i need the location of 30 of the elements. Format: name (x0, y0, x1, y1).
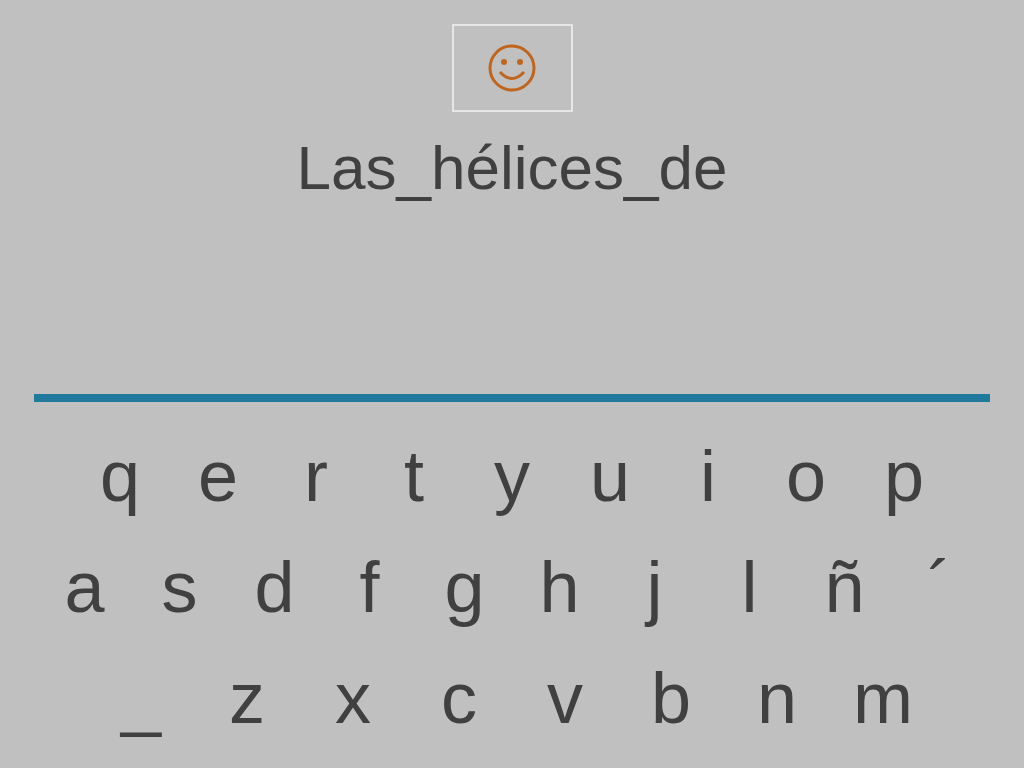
letter-key[interactable]: q (71, 433, 169, 518)
letter-key[interactable]: f (322, 544, 417, 629)
letter-key[interactable]: d (227, 544, 322, 629)
letter-key[interactable]: ´ (892, 544, 987, 629)
letter-key[interactable]: o (757, 433, 855, 518)
letter-key[interactable]: ñ (797, 544, 892, 629)
letter-key[interactable]: v (512, 655, 618, 740)
letter-key[interactable]: x (300, 655, 406, 740)
letter-key[interactable]: p (855, 433, 953, 518)
letter-key[interactable]: h (512, 544, 607, 629)
letter-key[interactable]: j (607, 544, 702, 629)
letter-key[interactable]: l (702, 544, 797, 629)
letter-key[interactable]: m (830, 655, 936, 740)
letter-key[interactable]: i (659, 433, 757, 518)
letter-key[interactable]: t (365, 433, 463, 518)
letter-key[interactable]: y (463, 433, 561, 518)
word-text: Las_hélices_de (296, 132, 728, 204)
letter-key[interactable]: g (417, 544, 512, 629)
smiley-button[interactable] (451, 24, 573, 112)
letter-key[interactable]: r (267, 433, 365, 518)
letter-key[interactable]: n (724, 655, 830, 740)
letter-key[interactable]: z (194, 655, 300, 740)
letter-key[interactable]: b (618, 655, 724, 740)
letter-key[interactable]: _ (88, 655, 194, 740)
letter-key[interactable]: c (406, 655, 512, 740)
letter-key[interactable]: e (169, 433, 267, 518)
letter-key[interactable]: a (37, 544, 132, 629)
smiley-icon (487, 43, 537, 93)
letter-key[interactable]: u (561, 433, 659, 518)
letter-key[interactable]: s (132, 544, 227, 629)
